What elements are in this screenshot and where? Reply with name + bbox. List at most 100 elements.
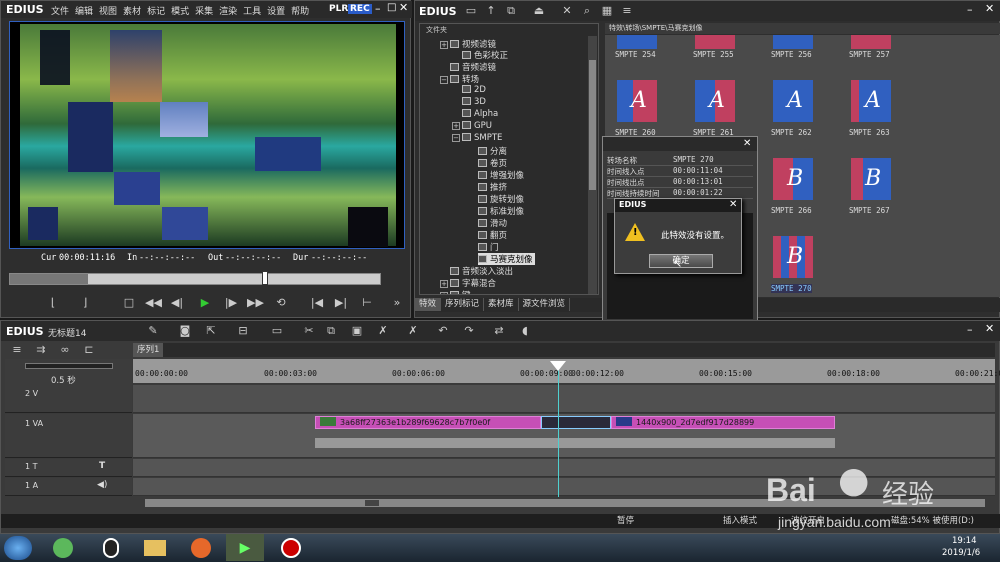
menu-settings[interactable]: 设置 [267,7,285,17]
scrub-bar[interactable] [9,271,381,285]
tree-item-audio-fade[interactable]: 音频淡入淡出 [450,265,513,277]
video-clip[interactable]: 3a68ff27363e1b289f69628c7b7f0e0f [315,416,541,429]
track-icon[interactable]: ≡ [9,343,25,357]
grid-view-icon[interactable]: ▦ [599,4,615,18]
step-back-icon[interactable]: ◀| [169,296,185,310]
clock-time[interactable]: 19:14 [952,536,977,546]
smpte-thumb[interactable]: B [773,158,813,200]
copy-icon[interactable]: ⧉ [323,324,339,338]
zoom-slider[interactable] [25,363,113,369]
sequence-tab[interactable]: 序列1 [133,343,995,357]
tree-item-color-correction[interactable]: 色彩校正 [462,49,508,61]
sync-lock-icon[interactable]: ⇉ [33,343,49,357]
list-view-icon[interactable]: ≡ [619,4,635,18]
minimize-icon[interactable]: – [375,2,381,15]
smpte-thumb-selected[interactable]: B [773,236,813,278]
smpte-thumb[interactable] [695,35,735,49]
tree-item-standard-wipe[interactable]: 标准划像 [478,205,524,217]
fast-forward-icon[interactable]: ▶▶ [247,296,264,310]
folder-icon[interactable]: ▭ [463,4,479,18]
playhead[interactable] [558,361,559,497]
new-sequence-icon[interactable]: ✎ [145,324,161,338]
tree-item-gpu[interactable]: + GPU [452,121,492,131]
paste-icon[interactable]: ▣ [349,324,365,338]
tree-scrollbar[interactable] [588,36,597,294]
playhead-marker[interactable] [550,361,566,371]
tree-item-smpte[interactable]: − SMPTE [452,133,502,143]
start-button[interactable] [4,536,32,560]
menu-marker[interactable]: 标记 [147,7,165,17]
menu-help[interactable]: 帮助 [291,7,309,17]
track-header-2v[interactable]: 2 V [5,385,132,413]
sync-icon[interactable]: ⇄ [491,324,507,338]
delete-icon[interactable]: ✕ [559,4,575,18]
copy-icon[interactable]: ⧉ [503,4,519,18]
smpte-thumb[interactable]: A [617,80,657,122]
rewind-icon[interactable]: ◀◀ [145,296,162,310]
save-icon[interactable]: ▭ [269,324,285,338]
track-2v[interactable] [133,385,995,413]
maximize-icon[interactable]: □ [387,2,396,13]
search-icon[interactable]: ⌕ [579,4,595,18]
track-header-1t[interactable]: 1 T T [5,459,132,477]
plr-button[interactable]: PLR [329,4,348,14]
play-icon[interactable]: ▶ [197,296,213,310]
stop-icon[interactable]: □ [121,296,137,310]
close-icon[interactable]: ✕ [985,2,994,15]
minimize-icon[interactable]: – [967,3,973,16]
tree-item-rotate-wipe[interactable]: 旋转划像 [478,193,524,205]
tree-item-keys[interactable]: +键 [440,289,471,294]
menu-clip[interactable]: 素材 [123,7,141,17]
tab-source-browser[interactable]: 源文件浏览 [519,298,571,311]
close-icon[interactable]: ✕ [985,322,994,335]
close-icon[interactable]: ✕ [399,1,408,14]
tree-item-slide[interactable]: 滑动 [478,217,507,229]
smpte-thumb[interactable] [851,35,891,49]
transition-clip[interactable] [541,416,611,429]
cut-icon[interactable]: ✂ [301,324,317,338]
go-out-icon[interactable]: ▶| [333,296,349,310]
more-icon[interactable]: » [389,296,405,310]
clock-date[interactable]: 2019/1/6 [942,548,980,558]
minimize-icon[interactable]: – [967,323,973,336]
tree-item-3d[interactable]: 3D [462,97,486,107]
undo-icon[interactable]: ↶ [435,324,451,338]
smpte-thumb[interactable]: A [773,80,813,122]
info-close-icon[interactable]: ✕ [743,138,751,149]
tree-item-2d[interactable]: 2D [462,85,486,95]
open-icon[interactable]: ⊟ [235,324,251,338]
taskbar-explorer-icon[interactable] [136,534,174,561]
taskbar-firefox-icon[interactable] [182,534,220,561]
link-icon[interactable]: ∞ [57,343,73,357]
smpte-thumb[interactable]: B [851,158,891,200]
taskbar-record-icon[interactable] [272,534,310,561]
go-in-icon[interactable]: |◀ [309,296,325,310]
delete-icon[interactable]: ✗ [375,324,391,338]
tree-item-door[interactable]: 门 [478,241,499,253]
tab-effects[interactable]: 特效 [415,298,442,311]
tree-item-mosaic-wipe[interactable]: 马赛克划像 [478,253,535,265]
tree-item-split[interactable]: 分离 [478,145,507,157]
snapshot-icon[interactable]: ◙ [177,324,193,338]
menu-view[interactable]: 视图 [99,7,117,17]
ripple-delete-icon[interactable]: ✗ [405,324,421,338]
tree-item-audio-filters[interactable]: 音频滤镜 [450,61,496,73]
status-mode[interactable]: 插入模式 [723,514,757,528]
taskbar-edius-icon[interactable]: ▶ [226,534,264,561]
smpte-thumb[interactable]: A [851,80,891,122]
menu-capture[interactable]: 采集 [195,7,213,17]
menu-tools[interactable]: 工具 [243,7,261,17]
menu-file[interactable]: 文件 [51,7,69,17]
rec-button[interactable]: REC [348,4,372,14]
loop-icon[interactable]: ⟲ [273,296,289,310]
tree-item-page-curl[interactable]: 卷页 [478,157,507,169]
tree-item-page-flip[interactable]: 翻页 [478,229,507,241]
video-preview[interactable] [9,21,405,249]
tree-item-title-mix[interactable]: + 字幕混合 [440,277,496,289]
tree-item-enhanced-wipe[interactable]: 增强划像 [478,169,524,181]
group-icon[interactable]: ⊏ [81,343,97,357]
smpte-thumb[interactable] [617,35,657,49]
up-icon[interactable]: ↑ [483,4,499,18]
dialog-close-icon[interactable]: ✕ [729,199,737,210]
step-forward-icon[interactable]: |▶ [223,296,239,310]
